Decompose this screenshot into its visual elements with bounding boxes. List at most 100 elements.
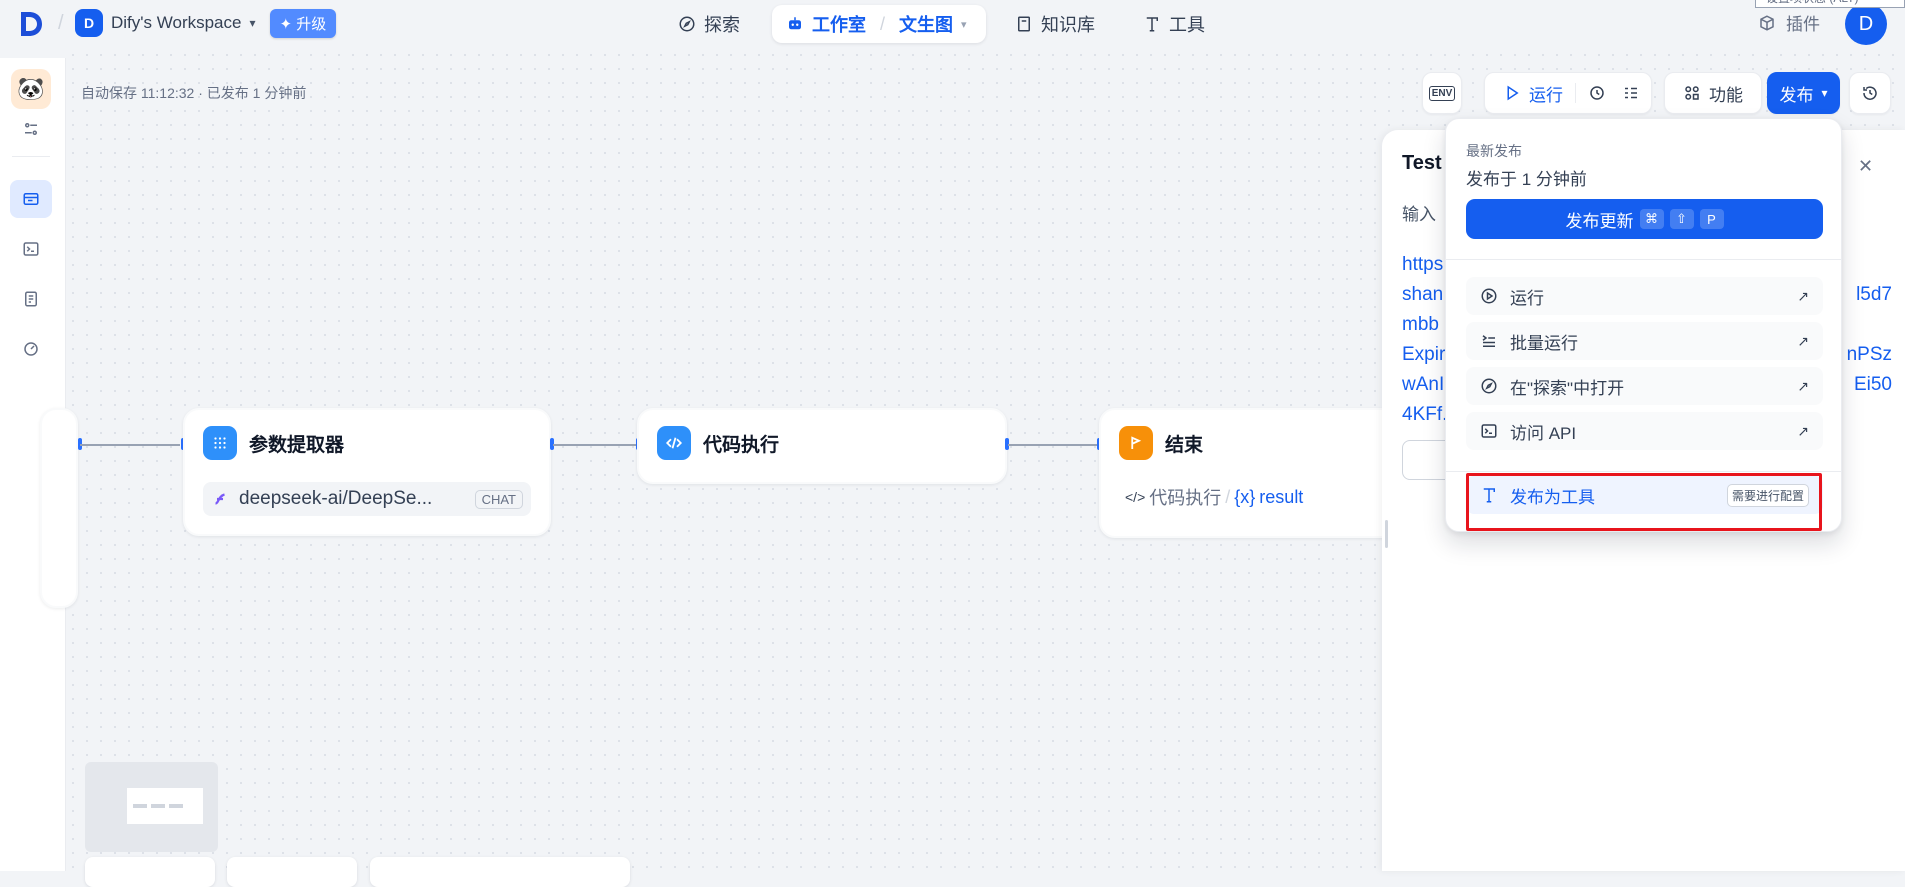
node-parameter-extractor[interactable]: 参数提取器 deepseek-ai/DeepSe... CHAT xyxy=(183,408,551,536)
node-end[interactable]: 结束 </> 代码执行 / {x} result xyxy=(1099,408,1399,538)
explore-icon xyxy=(1481,378,1497,394)
settings-sliders-icon[interactable] xyxy=(10,110,52,148)
node-code[interactable]: 代码执行 xyxy=(637,408,1007,484)
publish-label: 发布 xyxy=(1779,85,1814,105)
run-toolbar[interactable]: 运行 xyxy=(1484,72,1652,114)
url-line: 4KFf. xyxy=(1402,404,1448,425)
menu-item-open-in-explore[interactable]: 在"探索"中打开 ↗ xyxy=(1466,367,1823,405)
upgrade-button[interactable]: ✦ 升级 xyxy=(269,8,337,38)
sidebar-item-logs[interactable] xyxy=(10,280,52,318)
canvas-tools[interactable] xyxy=(370,857,630,887)
nav-explore[interactable]: 探索 xyxy=(678,6,740,42)
menu-item-label: 访问 API xyxy=(1510,423,1577,443)
play-circle-icon xyxy=(1481,288,1497,304)
play-icon xyxy=(1507,85,1519,101)
nav-separator: / xyxy=(880,13,886,34)
sidebar-item-orchestrate[interactable] xyxy=(10,180,52,218)
url-line-right: Ei50 xyxy=(1853,374,1892,395)
minimap-node xyxy=(169,804,183,808)
shift-key: ⇧ xyxy=(1669,209,1694,229)
dify-logo-icon[interactable] xyxy=(18,10,44,38)
history-clock-icon[interactable] xyxy=(1588,84,1606,102)
minimap-node xyxy=(133,804,147,808)
chevron-down-icon[interactable]: ▾ xyxy=(961,18,967,31)
terminal-icon xyxy=(1481,424,1497,438)
panel-title: Test xyxy=(1402,152,1442,174)
plugins-button[interactable]: 插件 xyxy=(1758,10,1820,35)
top-nav: / D Dify's Workspace ▾ ✦ 升级 探索 工作室 / 文生图… xyxy=(0,0,1905,48)
model-selector[interactable]: deepseek-ai/DeepSe... CHAT xyxy=(203,482,531,516)
autosave-status: 自动保存 11:12:32 · 已发布 1 分钟前 xyxy=(81,85,307,101)
external-link-icon: ↗ xyxy=(1797,332,1809,349)
hammer-icon xyxy=(1146,17,1158,32)
model-name: deepseek-ai/DeepSe... xyxy=(239,488,433,509)
version-history-button[interactable] xyxy=(1849,72,1891,114)
undo-redo-controls[interactable] xyxy=(227,857,357,887)
panel-input-tab[interactable]: 输入 xyxy=(1402,200,1436,225)
chevron-down-icon: ▾ xyxy=(249,16,256,30)
document-icon xyxy=(25,291,37,307)
minimap-node xyxy=(151,804,165,808)
workspace-switcher[interactable]: D Dify's Workspace ▾ ✦ 升级 xyxy=(75,8,337,38)
external-link-icon: ↗ xyxy=(1797,377,1809,394)
tooltip: 设置项状态 (ALT) xyxy=(1755,0,1905,8)
panel-resize-handle[interactable] xyxy=(1385,520,1388,548)
features-grid-icon xyxy=(1685,86,1699,100)
node-partial[interactable] xyxy=(40,408,78,608)
nav-tools[interactable]: 工具 xyxy=(1143,6,1205,42)
deepseek-icon xyxy=(215,493,225,505)
chevron-down-icon: ▾ xyxy=(1821,86,1828,100)
edge-connection xyxy=(80,444,180,446)
grid-icon xyxy=(203,426,237,460)
nav-knowledge[interactable]: 知识库 xyxy=(1015,6,1095,42)
cube-icon xyxy=(1760,14,1774,31)
minimap[interactable] xyxy=(85,762,218,852)
compass-icon xyxy=(679,16,695,32)
batch-run-icon xyxy=(1482,335,1495,347)
close-icon[interactable]: ✕ xyxy=(1858,156,1873,177)
menu-item-run[interactable]: 运行 ↗ xyxy=(1466,277,1823,315)
features-button[interactable]: 功能 xyxy=(1664,72,1762,114)
publish-dropdown: 最新发布 发布于 1 分钟前 发布更新 ⌘ ⇧ P 运行 ↗ 批量运行 ↗ 在"… xyxy=(1445,118,1842,532)
menu-item-label: 在"探索"中打开 xyxy=(1510,378,1625,398)
workspace-name: Dify's Workspace xyxy=(111,13,242,32)
zoom-controls[interactable] xyxy=(85,857,215,887)
history-icon xyxy=(1863,86,1877,100)
path-separator: / xyxy=(1225,486,1231,507)
sidebar-item-api[interactable] xyxy=(10,230,52,268)
source-node: 代码执行 xyxy=(1149,488,1222,508)
env-button[interactable]: ENV xyxy=(1422,72,1462,114)
robot-icon xyxy=(789,17,801,30)
upgrade-label: 升级 xyxy=(296,15,327,33)
nav-studio-app[interactable]: 文生图 xyxy=(899,11,953,37)
features-label: 功能 xyxy=(1709,85,1743,105)
dropdown-divider xyxy=(1446,471,1841,472)
url-line-right: nPSz xyxy=(1846,344,1892,365)
user-avatar[interactable]: D xyxy=(1845,3,1887,45)
url-line: mbb xyxy=(1402,314,1439,335)
checklist-icon[interactable] xyxy=(1622,84,1640,102)
terminal-icon xyxy=(23,242,39,256)
nav-tools-label: 工具 xyxy=(1169,15,1205,35)
publish-update-button[interactable]: 发布更新 ⌘ ⇧ P xyxy=(1466,199,1823,239)
published-time: 发布于 1 分钟前 xyxy=(1466,170,1587,189)
sidebar-item-monitoring[interactable] xyxy=(10,330,52,368)
minimap-viewport xyxy=(127,788,203,824)
variable-name: result xyxy=(1259,486,1304,507)
publish-button[interactable]: 发布 ▾ xyxy=(1767,72,1840,114)
env-icon: ENV xyxy=(1428,85,1456,101)
dropdown-divider xyxy=(1446,259,1841,260)
model-type-badge: CHAT xyxy=(474,489,523,509)
highlight-box xyxy=(1466,473,1822,531)
breadcrumb-separator: / xyxy=(58,12,64,34)
nav-studio[interactable]: 工作室 / 文生图 ▾ xyxy=(772,5,986,43)
url-line-right: l5d7 xyxy=(1856,284,1892,305)
menu-item-batch-run[interactable]: 批量运行 ↗ xyxy=(1466,322,1823,360)
node-title: 结束 xyxy=(1165,434,1204,456)
workspace-avatar: D xyxy=(75,9,103,37)
app-icon[interactable]: 🐼 xyxy=(11,69,51,109)
sidebar-divider xyxy=(12,156,50,157)
menu-item-access-api[interactable]: 访问 API ↗ xyxy=(1466,412,1823,450)
publish-update-label: 发布更新 xyxy=(1565,211,1634,231)
edge-connection xyxy=(1008,444,1098,446)
